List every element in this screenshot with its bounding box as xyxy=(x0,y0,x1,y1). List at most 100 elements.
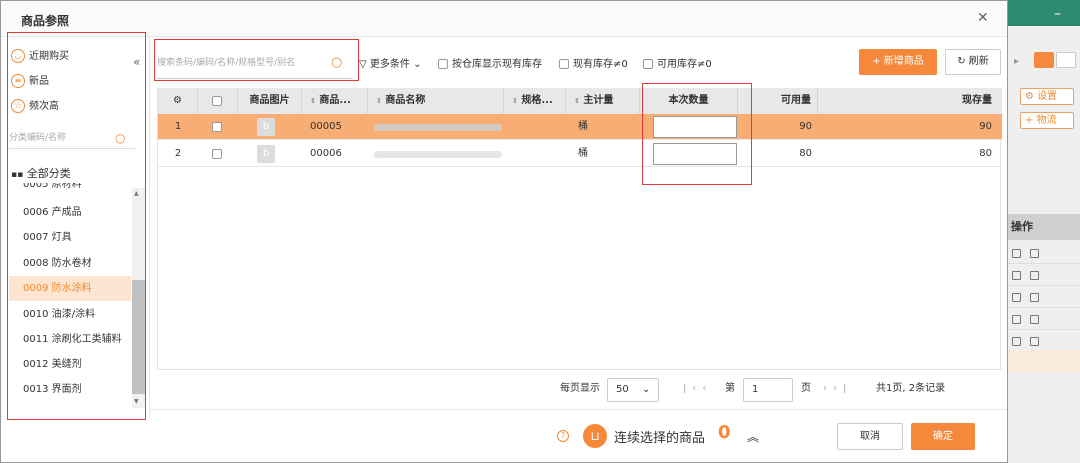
category-item[interactable]: 0012 美缝剂 xyxy=(9,352,131,377)
available-nonzero-checkbox[interactable]: 可用库存≠0 xyxy=(643,59,712,71)
expand-up-icon[interactable]: ︽ xyxy=(747,428,759,445)
product-code: 00005 xyxy=(310,121,342,132)
product-image-icon: b xyxy=(257,118,275,136)
product-name-redacted xyxy=(374,151,502,158)
category-scrollbar[interactable]: ▲ ▼ xyxy=(132,188,145,408)
category-search-input[interactable]: 分类编码/名称 ○ xyxy=(9,127,135,149)
product-search-input[interactable]: 搜索条码/编码/名称/规格型号/别名 ○ xyxy=(157,51,353,79)
confirm-button[interactable]: 确定 xyxy=(911,423,975,450)
chevron-down-icon: ⌄ xyxy=(642,384,651,395)
next-page-icon[interactable]: › xyxy=(823,383,833,394)
more-conditions-dropdown[interactable]: ▽ 更多条件 ⌄ xyxy=(359,59,421,71)
stock-qty: 90 xyxy=(979,121,992,132)
category-item[interactable]: 0011 涂刷化工类辅料 xyxy=(9,327,131,352)
category-item[interactable]: 0013 界面剂 xyxy=(9,377,131,402)
unit: 桶 xyxy=(578,121,588,132)
footer-divider xyxy=(149,409,1007,410)
quick-filter-new[interactable]: ≡ 新品 xyxy=(11,72,49,92)
refresh-icon: ↻ xyxy=(957,56,966,67)
sort-icon: ⇕ xyxy=(574,97,580,105)
row-index: 1 xyxy=(174,121,182,132)
page-input[interactable]: 1 xyxy=(743,378,793,402)
last-page-icon[interactable]: ›| xyxy=(833,383,852,394)
select-all-cell[interactable] xyxy=(198,88,238,114)
all-categories-title[interactable]: ▪▪ 全部分类 xyxy=(11,165,71,181)
cart-icon[interactable]: ⊔ xyxy=(583,424,607,448)
col-code[interactable]: ⇕ 商品... xyxy=(302,88,368,114)
new-icon: ≡ xyxy=(11,74,25,88)
close-icon[interactable]: ✕ xyxy=(977,10,989,26)
category-item[interactable]: 0010 油漆/涂料 xyxy=(9,302,131,327)
row-index: 2 xyxy=(174,148,182,159)
row-checkbox[interactable] xyxy=(212,149,222,159)
list-view-icon[interactable] xyxy=(1034,52,1054,68)
category-item[interactable]: 0006 产成品 xyxy=(9,200,131,225)
selected-count: 0 xyxy=(718,422,731,443)
dialog-titlebar: 商品参照 ✕ xyxy=(1,1,1007,37)
stock-nonzero-checkbox[interactable]: 现有库存≠0 xyxy=(559,59,628,71)
checkbox[interactable] xyxy=(559,59,569,69)
col-stock: 现存量 xyxy=(962,95,992,106)
chevron-down-icon: ⌄ xyxy=(413,59,422,70)
plus-icon: + xyxy=(872,56,881,67)
checkbox[interactable] xyxy=(438,59,448,69)
scrollbar-thumb[interactable] xyxy=(132,280,145,394)
col-quantity: 本次数量 xyxy=(640,88,738,114)
quick-filter-frequent[interactable]: ☆ 频次高 xyxy=(11,97,59,117)
sort-icon: ⇕ xyxy=(310,97,316,105)
category-list: 0005 原材料 0006 产成品 0007 灯具 0008 防水卷材 0009… xyxy=(9,183,131,408)
per-page-label: 每页显示 xyxy=(560,383,600,394)
column-settings-icon[interactable]: ⚙ xyxy=(158,88,198,114)
sort-icon: ⇕ xyxy=(512,97,518,105)
product-image-icon: b xyxy=(257,145,275,163)
search-icon[interactable]: ○ xyxy=(331,51,342,75)
pager-nav-prev[interactable]: |‹‹ xyxy=(683,379,712,399)
background-page: – ▸ ⚙ 设置 + 物流 操作 xyxy=(1008,0,1080,463)
unit: 桶 xyxy=(578,148,588,159)
product-name-redacted xyxy=(374,124,502,131)
grid-icon: ▪▪ xyxy=(11,170,24,180)
pager-nav-next[interactable]: ››| xyxy=(823,379,852,399)
first-page-icon[interactable]: |‹ xyxy=(683,383,702,394)
warehouse-stock-checkbox[interactable]: 按仓库显示现有库存 xyxy=(438,59,542,71)
quantity-input[interactable] xyxy=(653,143,737,165)
col-unit[interactable]: ⇕ 主计量 xyxy=(566,88,640,114)
table-row[interactable]: 2 b 00006 桶 80 80 xyxy=(158,141,1002,167)
help-icon[interactable]: ? xyxy=(557,430,569,442)
category-item[interactable]: 0005 原材料 xyxy=(9,183,131,197)
category-item-selected[interactable]: 0009 防水涂料 xyxy=(9,276,131,301)
cancel-button[interactable]: 取消 xyxy=(837,423,903,450)
category-item[interactable]: 0007 灯具 xyxy=(9,225,131,250)
add-product-button[interactable]: + 新增商品 xyxy=(859,49,937,75)
category-panel: ◡ 近期购买 ≡ 新品 ☆ 频次高 « 分类编码/名称 ○ ▪▪ 全部分类 0005 … xyxy=(9,41,145,419)
product-code: 00006 xyxy=(310,148,342,159)
col-spec[interactable]: ⇕ 规格... xyxy=(504,88,566,114)
table-row[interactable]: 1 b 00005 桶 90 90 xyxy=(158,114,1002,140)
col-available: 可用量 xyxy=(738,88,818,114)
product-reference-dialog: 商品参照 ✕ ◡ 近期购买 ≡ 新品 ☆ 频次高 « 分类编码/名称 ○ ▪▪ 全部分… xyxy=(0,0,1008,463)
available-qty: 90 xyxy=(799,121,812,132)
row-checkbox[interactable] xyxy=(212,122,222,132)
filter-icon: ▽ xyxy=(359,59,367,70)
per-page-select[interactable]: 50 ⌄ xyxy=(607,378,659,402)
collapse-panel-icon[interactable]: « xyxy=(133,55,140,69)
bag-icon: ◡ xyxy=(11,49,25,63)
checkbox[interactable] xyxy=(643,59,653,69)
col-name[interactable]: ⇕ 商品名称 xyxy=(368,88,504,114)
scroll-up-icon[interactable]: ▲ xyxy=(134,190,139,197)
pagination-summary: 共1页, 2条记录 xyxy=(876,383,946,394)
minus-icon: – xyxy=(1054,6,1061,22)
available-qty: 80 xyxy=(799,148,812,159)
refresh-button[interactable]: ↻ 刷新 xyxy=(945,49,1001,75)
prev-page-icon[interactable]: ‹ xyxy=(702,383,712,394)
scroll-down-icon[interactable]: ▼ xyxy=(134,398,139,405)
quick-filter-recent[interactable]: ◡ 近期购买 xyxy=(11,47,69,67)
grid-view-icon[interactable] xyxy=(1056,52,1076,68)
search-icon[interactable]: ○ xyxy=(115,127,125,149)
bg-settings-button: ⚙ 设置 xyxy=(1020,88,1074,105)
background-header: – xyxy=(1008,0,1080,26)
quantity-input[interactable] xyxy=(653,116,737,138)
category-item[interactable]: 0008 防水卷材 xyxy=(9,251,131,276)
select-all-checkbox[interactable] xyxy=(212,96,222,106)
product-table: ⚙ 商品图片 ⇕ 商品... ⇕ 商品名称 ⇕ 规格... ⇕ 主计量 本次数量… xyxy=(157,88,1002,370)
